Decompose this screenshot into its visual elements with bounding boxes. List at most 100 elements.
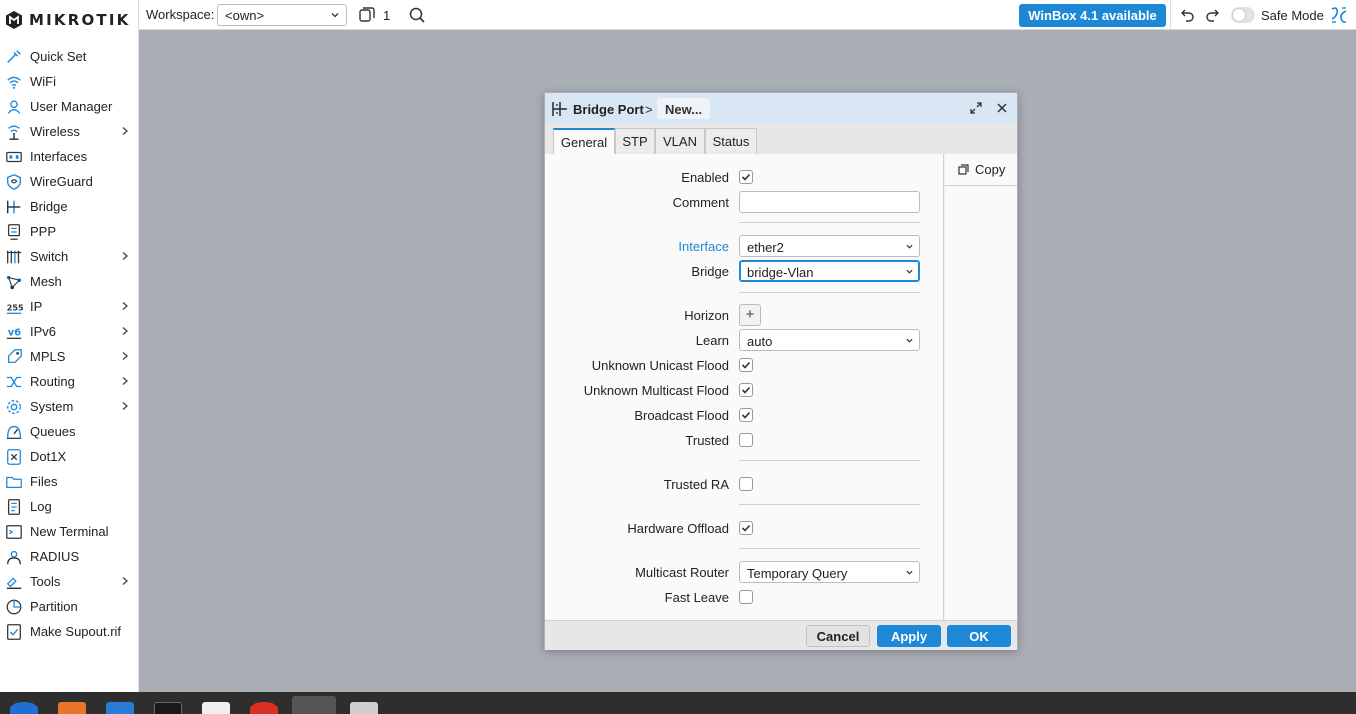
workspace-select[interactable]: <own> [217,4,347,26]
sidebar-item-new-terminal[interactable]: New Terminal [0,519,139,544]
file-manager-app-icon[interactable] [106,702,134,714]
command-logo-icon[interactable] [1329,5,1349,25]
window-app-icon[interactable] [350,702,378,714]
user-manager-icon [4,97,24,117]
interface-label[interactable]: Interface [678,239,729,254]
copy-label: Copy [975,162,1006,177]
mikrotik-logo-icon [6,11,22,29]
multicast-router-select[interactable]: Temporary Query [739,561,920,583]
sidebar-item-partition[interactable]: Partition [0,594,139,619]
sidebar-item-interfaces[interactable]: Interfaces [0,144,139,169]
trusted-ra-checkbox[interactable] [739,477,753,491]
ok-button[interactable]: OK [947,625,1011,647]
sidebar-item-ipv6[interactable]: v6 IPv6 [0,319,139,344]
quick-set-icon [4,47,24,67]
sidebar-item-label: PPP [30,224,57,239]
sidebar-item-label: Wireless [30,124,80,139]
sidebar-item-log[interactable]: Log [0,494,139,519]
workspace-value: <own> [225,8,265,23]
text-editor-app-icon[interactable] [202,702,230,714]
unknown-multicast-flood-checkbox[interactable] [739,383,753,397]
sidebar-item-routing[interactable]: Routing [0,369,139,394]
sidebar-item-label: Partition [30,599,78,614]
chevron-right-icon [122,577,128,585]
interface-select[interactable]: ether2 [739,235,920,257]
firefox-app-icon[interactable] [58,702,86,714]
sidebar-item-queues[interactable]: Queues [0,419,139,444]
sidebar-item-mesh[interactable]: Mesh [0,269,139,294]
close-icon[interactable] [996,102,1008,114]
sidebar-item-files[interactable]: Files [0,469,139,494]
bridge-label: Bridge [691,264,729,279]
expand-icon[interactable] [970,102,982,114]
tab-general[interactable]: General [553,128,615,154]
divider [739,222,920,223]
sidebar-item-label: Files [30,474,58,489]
dialog-footer: Cancel Apply OK [545,620,1017,650]
sidebar-item-wireguard[interactable]: WireGuard [0,169,139,194]
sidebar-item-user-manager[interactable]: User Manager [0,94,139,119]
tab-vlan[interactable]: VLAN [655,128,705,154]
settings-app-icon[interactable] [292,696,336,714]
redo-icon[interactable] [1205,7,1221,23]
bridge-select[interactable]: bridge-Vlan [739,260,920,282]
toggle-knob [1232,8,1246,22]
supout-icon [4,622,24,642]
tools-icon [4,572,24,592]
terminal-icon [4,522,24,542]
sidebar-item-label: WireGuard [30,174,93,189]
chevron-right-icon [122,327,128,335]
mpls-icon [4,347,24,367]
chrome-app-icon[interactable] [250,702,278,714]
dialog-breadcrumb-separator: > [645,102,653,117]
hardware-offload-checkbox[interactable] [739,521,753,535]
sidebar-item-mpls[interactable]: MPLS [0,344,139,369]
undo-icon[interactable] [1179,7,1195,23]
dialog-subtitle: New... [657,98,711,119]
system-gear-icon [4,397,24,417]
sidebar-item-label: Tools [30,574,61,589]
enabled-checkbox[interactable] [739,170,753,184]
broadcast-flood-checkbox[interactable] [739,408,753,422]
windows-stack-icon[interactable] [358,5,376,23]
unknown-unicast-flood-checkbox[interactable] [739,358,753,372]
comment-input[interactable] [739,191,920,213]
svg-text:v6: v6 [8,327,21,338]
queues-icon [4,422,24,442]
sidebar-item-make-supout-rif[interactable]: Make Supout.rif [0,619,139,644]
dialog-tabs: General STP VLAN Status [545,124,1017,154]
brand-name: MIKROTIK [29,11,131,29]
horizon-add-button[interactable]: + [739,304,761,326]
sidebar-item-wireless[interactable]: Wireless [0,119,139,144]
help-app-icon[interactable] [10,702,38,714]
dialog-title-bar[interactable]: Bridge Port > New... [545,93,1017,124]
sidebar-item-ip[interactable]: 255 IP [0,294,139,319]
fast-leave-checkbox[interactable] [739,590,753,604]
learn-select[interactable]: auto [739,329,920,351]
sidebar-item-bridge[interactable]: Bridge [0,194,139,219]
apply-button[interactable]: Apply [877,625,941,647]
trusted-checkbox[interactable] [739,433,753,447]
chevron-down-icon [331,13,339,18]
sidebar-item-quick-set[interactable]: Quick Set [0,44,139,69]
search-icon[interactable] [408,6,426,24]
sidebar-item-label: IPv6 [30,324,57,339]
terminal-app-icon[interactable] [154,702,182,714]
safe-mode-toggle[interactable] [1231,7,1255,23]
tab-stp[interactable]: STP [615,128,655,154]
mesh-icon [4,272,24,292]
sidebar-item-switch[interactable]: Switch [0,244,139,269]
sidebar-item-wifi[interactable]: WiFi [0,69,139,94]
copy-button[interactable]: Copy [945,154,1017,186]
tab-status[interactable]: Status [705,128,757,154]
sidebar-item-dot1x[interactable]: Dot1X [0,444,139,469]
winbox-update-button[interactable]: WinBox 4.1 available [1019,4,1166,27]
cancel-button[interactable]: Cancel [806,625,870,647]
multicast-router-value: Temporary Query [747,566,848,581]
sidebar-item-tools[interactable]: Tools [0,569,139,594]
sidebar-item-ppp[interactable]: PPP [0,219,139,244]
sidebar-item-radius[interactable]: RADIUS [0,544,139,569]
chevron-right-icon [122,402,128,410]
sidebar-item-system[interactable]: System [0,394,139,419]
chevron-down-icon [906,244,913,249]
